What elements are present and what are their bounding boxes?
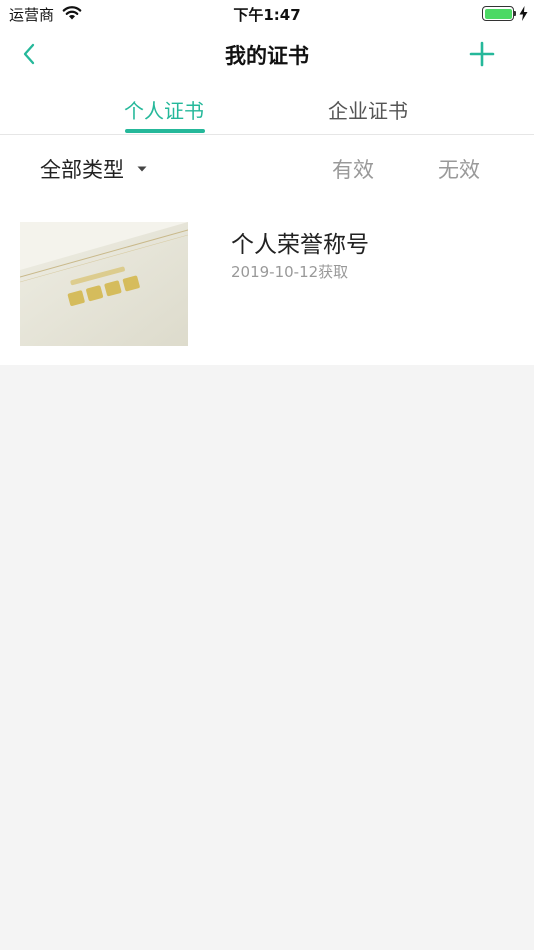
battery-cap	[514, 11, 516, 16]
bolt-icon	[519, 6, 528, 25]
tab-divider	[0, 134, 534, 135]
type-filter-label: 全部类型	[40, 158, 124, 182]
certificate-date: 2019-10-12获取	[231, 263, 349, 281]
battery-icon	[482, 6, 514, 21]
tab-enterprise-certificates[interactable]: 企业证书	[308, 95, 428, 124]
type-filter-dropdown[interactable]: 全部类型	[40, 154, 148, 184]
page-title: 我的证书	[225, 44, 309, 68]
tab-active-indicator	[125, 129, 205, 133]
status-time: 下午1:47	[233, 6, 301, 24]
filter-valid-button[interactable]: 有效	[318, 154, 388, 184]
certificate-list-item[interactable]: 个人荣誉称号 2019-10-12获取	[0, 205, 534, 355]
certificate-title: 个人荣誉称号	[231, 232, 369, 258]
add-certificate-button[interactable]	[466, 38, 498, 70]
plus-icon	[469, 41, 495, 67]
filter-invalid-button[interactable]: 无效	[424, 154, 494, 184]
content-panel: 运营商 下午1:47 我的证书 个人证书 企业证书 全部类型 有效 无效 个人荣…	[0, 0, 534, 365]
certificate-thumbnail	[20, 222, 188, 346]
status-bar: 运营商 下午1:47	[0, 0, 534, 28]
battery-level	[484, 8, 512, 19]
screen: 运营商 下午1:47 我的证书 个人证书 企业证书 全部类型 有效 无效 个人荣…	[0, 0, 534, 950]
caret-down-icon	[137, 166, 147, 172]
tab-personal-certificates[interactable]: 个人证书	[104, 95, 224, 124]
